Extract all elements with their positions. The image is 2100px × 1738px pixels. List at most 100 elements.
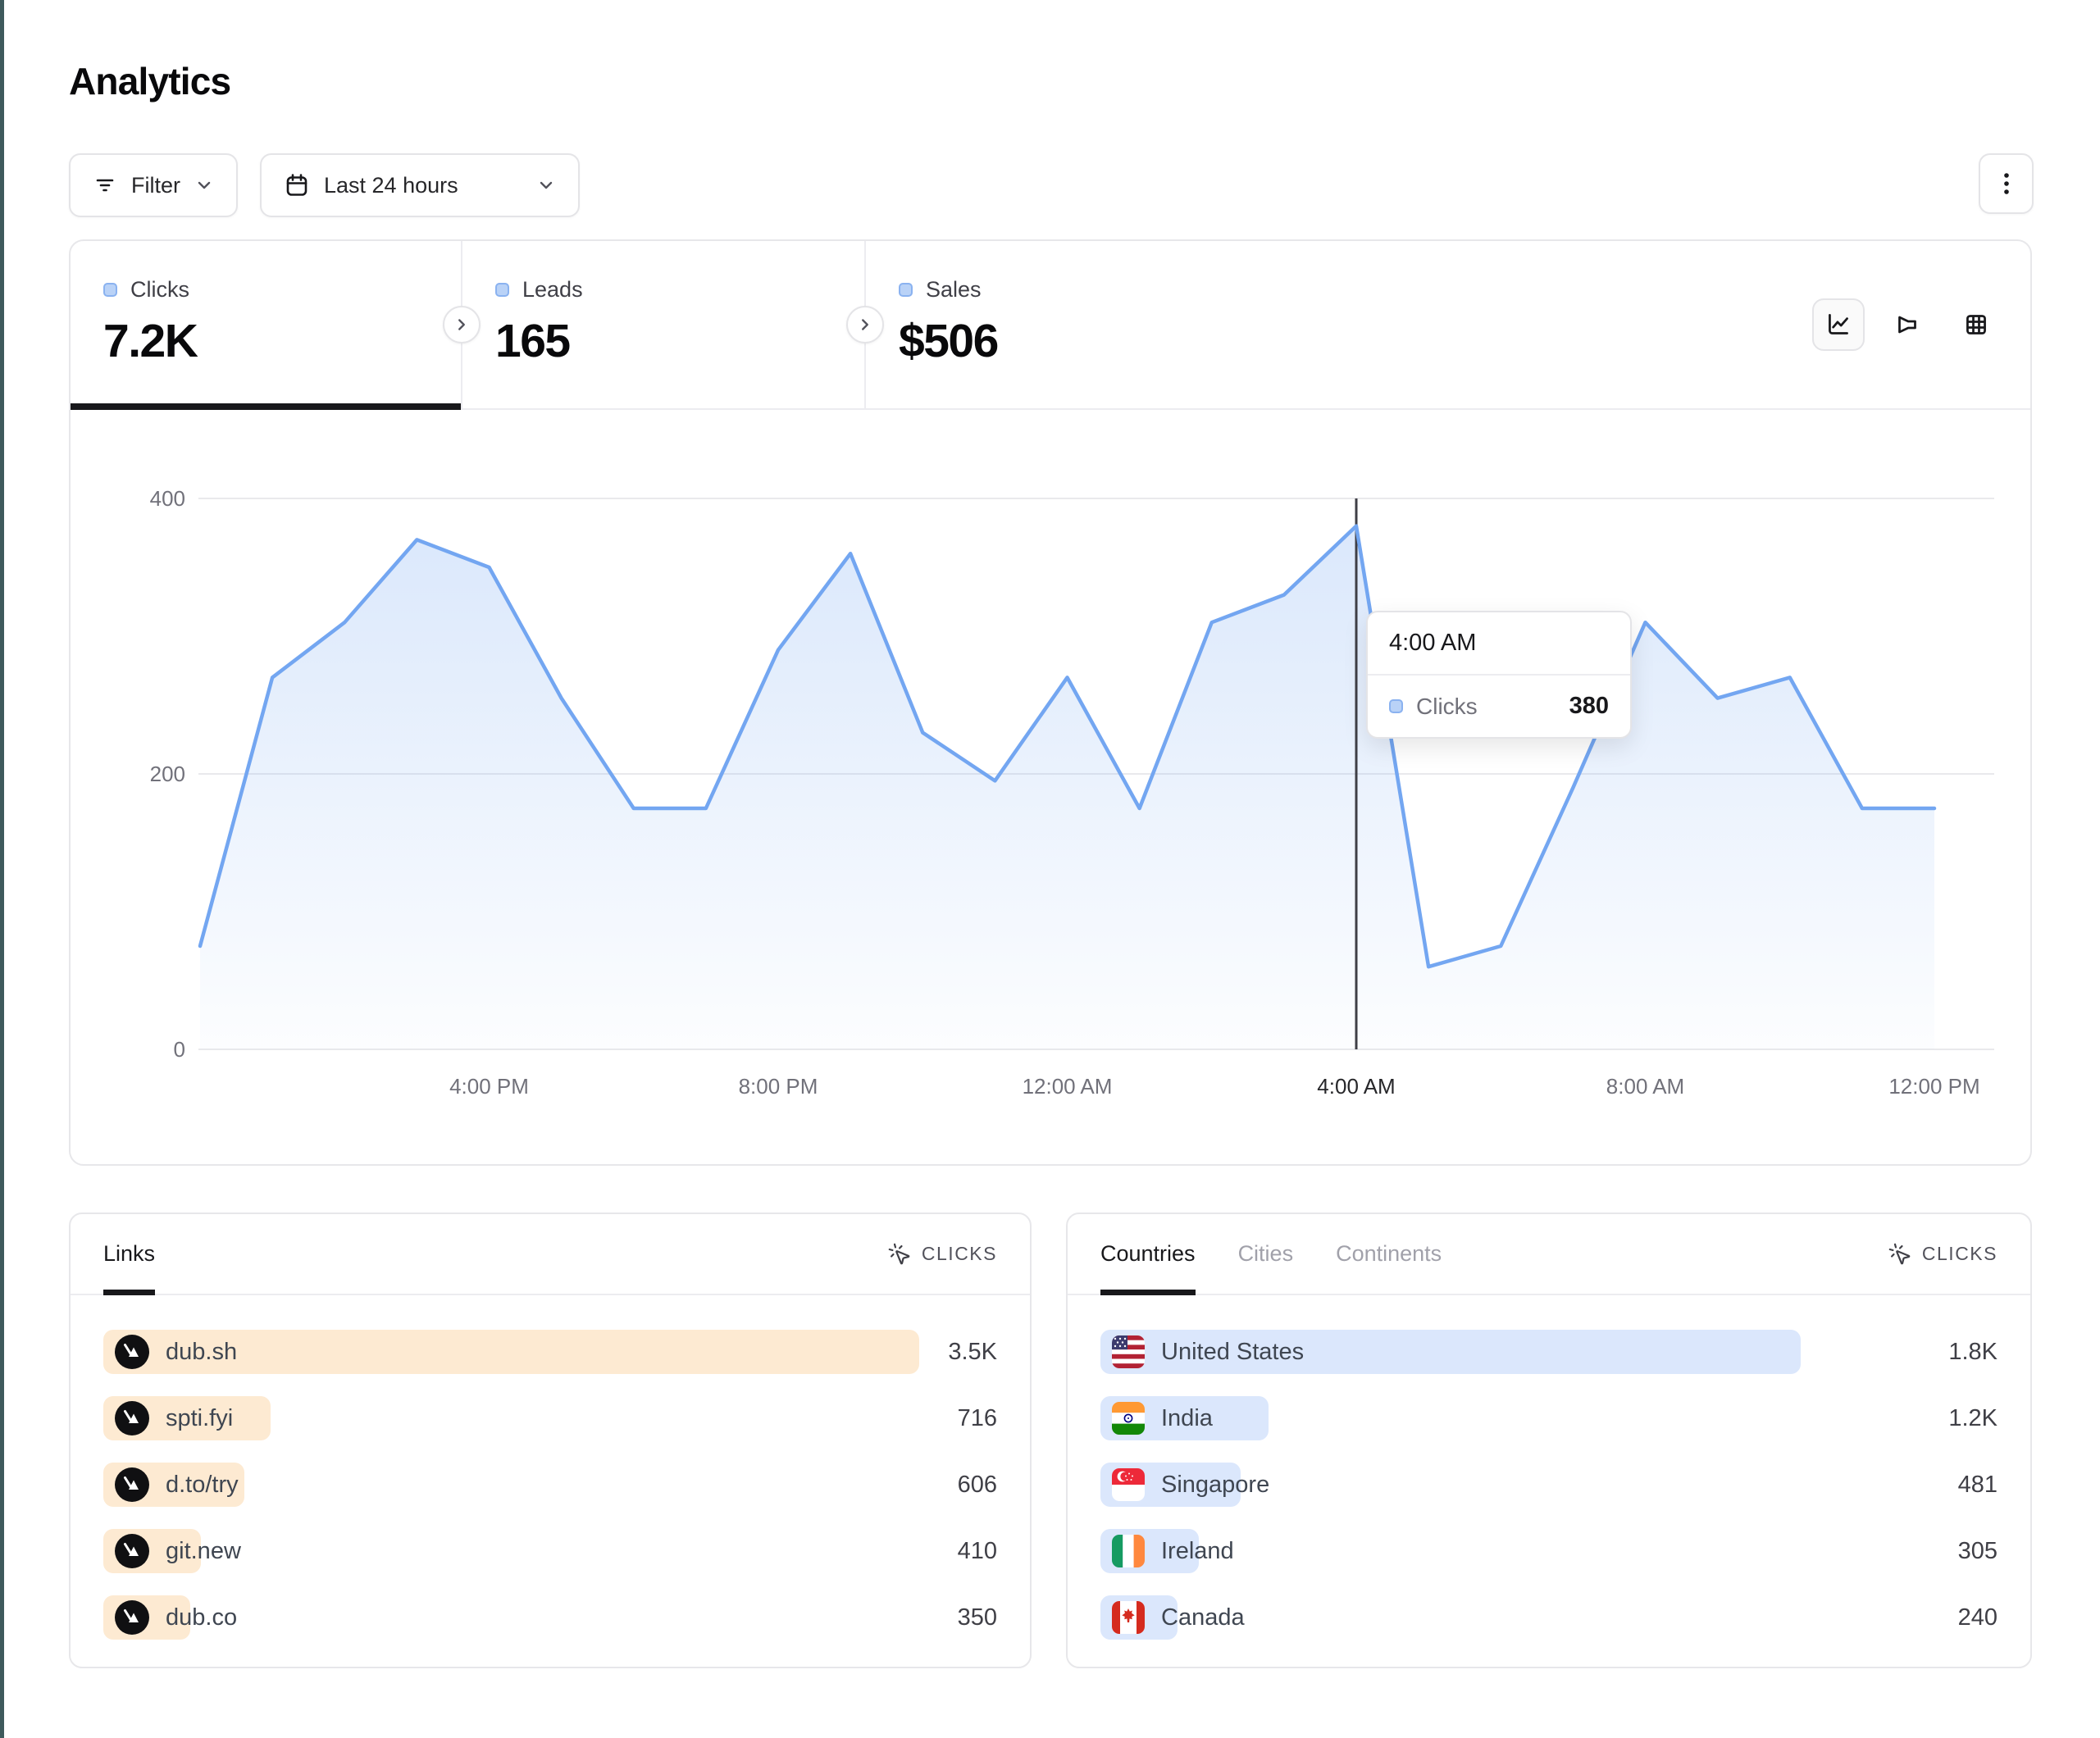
date-range-label: Last 24 hours bbox=[324, 173, 458, 198]
tooltip-series-label: Clicks bbox=[1416, 694, 1556, 720]
item-label: Ireland bbox=[1161, 1538, 1234, 1565]
x-axis-tick: 8:00 AM bbox=[1606, 1074, 1684, 1099]
list-item[interactable]: git.new410 bbox=[103, 1529, 997, 1573]
line-chart-view-button[interactable] bbox=[1812, 298, 1865, 351]
active-tab-underline bbox=[71, 403, 461, 410]
tab-label: Continents bbox=[1336, 1241, 1442, 1267]
calendar-icon bbox=[283, 171, 311, 199]
item-clicks-value: 1.8K bbox=[1801, 1339, 1998, 1366]
chart-tooltip: 4:00 AM Clicks 380 bbox=[1366, 611, 1632, 739]
us-flag-icon bbox=[1112, 1335, 1145, 1368]
list-item[interactable]: India 1.2K bbox=[1100, 1396, 1998, 1440]
stat-label: Clicks bbox=[130, 277, 189, 303]
y-axis-tick: 0 bbox=[174, 1037, 185, 1062]
list-item[interactable]: spti.fyi716 bbox=[103, 1396, 997, 1440]
ie-flag-icon bbox=[1112, 1535, 1145, 1567]
stat-value: 7.2K bbox=[103, 314, 461, 368]
page-title: Analytics bbox=[69, 59, 230, 103]
item-clicks-value: 240 bbox=[1801, 1604, 1998, 1631]
tab-label: Cities bbox=[1238, 1241, 1294, 1267]
stats-tabs: Clicks 7.2K Leads 165 Sales $506 bbox=[71, 241, 2030, 410]
item-clicks-value: 606 bbox=[919, 1472, 997, 1499]
ca-flag-icon bbox=[1112, 1601, 1145, 1634]
tab-cities[interactable]: Cities bbox=[1238, 1214, 1294, 1294]
clicks-time-series-chart[interactable]: 40020004:00 PM8:00 PM12:00 AM4:00 AM8:00… bbox=[71, 412, 2030, 1167]
tab-continents[interactable]: Continents bbox=[1336, 1214, 1442, 1294]
tab-links[interactable]: Links bbox=[103, 1214, 155, 1294]
item-label: Singapore bbox=[1161, 1472, 1269, 1499]
tab-sales[interactable]: Sales $506 bbox=[866, 241, 1210, 408]
item-clicks-value: 350 bbox=[919, 1604, 997, 1631]
list-item[interactable]: Singapore 481 bbox=[1100, 1463, 1998, 1507]
x-axis-tick: 4:00 AM bbox=[1317, 1074, 1395, 1099]
dub-logo-icon bbox=[115, 1335, 149, 1369]
cursor-click-icon bbox=[1888, 1242, 1912, 1267]
stat-label: Sales bbox=[926, 277, 982, 303]
clicks-legend-swatch bbox=[1389, 699, 1403, 713]
left-edge-accent bbox=[0, 0, 4, 1738]
item-clicks-value: 1.2K bbox=[1801, 1405, 1998, 1432]
links-list: dub.sh 3.5K spti.fyi716 d.to/try 606 git.new4… bbox=[71, 1295, 1030, 1640]
line-chart-icon bbox=[1823, 309, 1854, 340]
chevron-down-icon bbox=[535, 175, 557, 196]
chart-view-toggles bbox=[1812, 298, 2002, 351]
countries-list: United States 1.8K India 1.2K Singapore 481 Ir… bbox=[1068, 1295, 2030, 1640]
metric-label: CLICKS bbox=[922, 1243, 997, 1265]
cursor-click-icon bbox=[887, 1242, 912, 1267]
chevron-right-icon bbox=[856, 316, 874, 334]
filter-button[interactable]: Filter bbox=[69, 153, 238, 217]
tab-clicks[interactable]: Clicks 7.2K bbox=[71, 241, 461, 408]
list-item[interactable]: dub.co 350 bbox=[103, 1595, 997, 1640]
list-item[interactable]: Canada240 bbox=[1100, 1595, 1998, 1640]
dub-logo-icon bbox=[115, 1534, 149, 1568]
more-options-button[interactable] bbox=[1979, 153, 2034, 214]
item-label: d.to/try bbox=[166, 1472, 239, 1499]
table-view-button[interactable] bbox=[1950, 298, 2002, 351]
list-item[interactable]: dub.sh 3.5K bbox=[103, 1330, 997, 1374]
list-item[interactable]: Ireland 305 bbox=[1100, 1529, 1998, 1573]
dub-logo-icon bbox=[115, 1467, 149, 1502]
sg-flag-icon bbox=[1112, 1468, 1145, 1501]
filter-icon bbox=[92, 172, 118, 198]
item-label: United States bbox=[1161, 1339, 1304, 1366]
x-axis-tick: 8:00 PM bbox=[739, 1074, 818, 1099]
links-panel: Links CLICKS dub.sh 3.5K spti.fyi716 d.to/t… bbox=[69, 1213, 1032, 1668]
clicks-metric-toggle[interactable]: CLICKS bbox=[887, 1242, 997, 1267]
next-metric-button[interactable] bbox=[443, 306, 481, 344]
area-chart: 40020004:00 PM8:00 PM12:00 AM4:00 AM8:00… bbox=[71, 412, 2030, 1167]
item-label: dub.co bbox=[166, 1604, 237, 1631]
analytics-card: Clicks 7.2K Leads 165 Sales $506 bbox=[69, 239, 2032, 1166]
chevron-down-icon bbox=[194, 175, 215, 196]
x-axis-tick: 12:00 PM bbox=[1888, 1074, 1979, 1099]
funnel-view-button[interactable] bbox=[1881, 298, 1934, 351]
funnel-chart-icon bbox=[1892, 309, 1923, 340]
stat-label: Leads bbox=[522, 277, 583, 303]
stat-value: 165 bbox=[495, 314, 864, 368]
metric-label: CLICKS bbox=[1922, 1243, 1998, 1265]
item-label: spti.fyi bbox=[166, 1405, 233, 1432]
tooltip-time: 4:00 AM bbox=[1368, 612, 1630, 676]
sales-legend-swatch bbox=[899, 283, 913, 297]
x-axis-tick: 12:00 AM bbox=[1023, 1074, 1113, 1099]
tab-countries[interactable]: Countries bbox=[1100, 1214, 1196, 1294]
dub-logo-icon bbox=[115, 1401, 149, 1435]
list-item[interactable]: d.to/try 606 bbox=[103, 1463, 997, 1507]
item-label: dub.sh bbox=[166, 1339, 237, 1366]
item-clicks-value: 481 bbox=[1801, 1472, 1998, 1499]
tab-label: Links bbox=[103, 1241, 155, 1267]
clicks-metric-toggle[interactable]: CLICKS bbox=[1888, 1242, 1998, 1267]
list-item[interactable]: United States 1.8K bbox=[1100, 1330, 1998, 1374]
date-range-button[interactable]: Last 24 hours bbox=[260, 153, 580, 217]
item-clicks-value: 305 bbox=[1801, 1538, 1998, 1565]
dub-logo-icon bbox=[115, 1600, 149, 1635]
item-clicks-value: 3.5K bbox=[919, 1339, 997, 1366]
item-label: India bbox=[1161, 1405, 1213, 1432]
countries-panel: Countries Cities Continents CLICKS Unite… bbox=[1066, 1213, 2032, 1668]
tooltip-value: 380 bbox=[1569, 693, 1609, 720]
table-view-icon bbox=[1961, 309, 1992, 340]
y-axis-tick: 200 bbox=[150, 762, 185, 786]
next-metric-button[interactable] bbox=[846, 306, 884, 344]
tab-leads[interactable]: Leads 165 bbox=[462, 241, 864, 408]
analytics-page: Analytics Filter Last 24 hours Clicks bbox=[0, 0, 2100, 1738]
stat-value: $506 bbox=[899, 314, 1210, 368]
